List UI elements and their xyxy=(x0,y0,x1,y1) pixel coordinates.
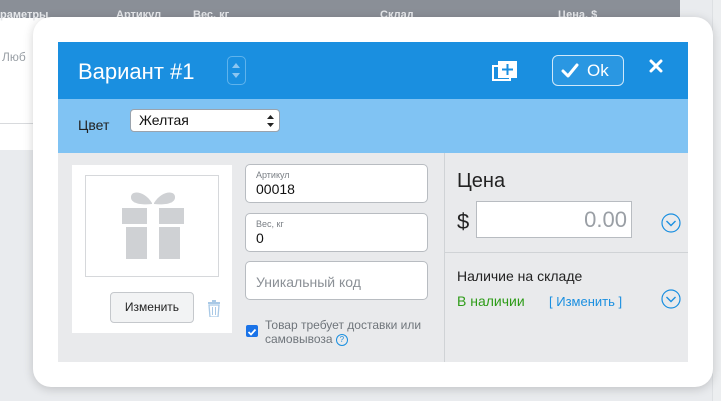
variant-modal: Вариант #1 Ok Цвет Желтая Изменить Артик… xyxy=(33,17,713,387)
trash-icon[interactable] xyxy=(206,300,222,317)
weight-field[interactable]: Вес, кг 0 xyxy=(245,213,428,252)
price-input[interactable]: 0.00 xyxy=(476,201,632,238)
check-icon xyxy=(561,63,579,78)
unique-code-placeholder: Уникальный код xyxy=(256,274,361,290)
ok-button-label: Ok xyxy=(587,61,609,80)
price-title: Цена xyxy=(457,170,506,192)
spinner-down-icon[interactable] xyxy=(232,73,240,78)
checkbox-check-icon xyxy=(247,328,257,336)
sku-label: Артикул xyxy=(256,170,290,180)
change-image-button[interactable]: Изменить xyxy=(110,292,194,323)
image-placeholder[interactable] xyxy=(85,175,219,277)
column-divider xyxy=(444,153,445,362)
background-scrollbar xyxy=(712,0,721,401)
variant-panel: Вариант #1 Ok Цвет Желтая Изменить Артик… xyxy=(58,42,688,362)
stock-chevron-down-icon[interactable] xyxy=(661,289,681,309)
shipping-checkbox[interactable] xyxy=(246,325,258,337)
color-select[interactable]: Желтая xyxy=(130,109,280,132)
variant-spinner[interactable] xyxy=(227,56,246,85)
spinner-up-icon[interactable] xyxy=(232,63,240,68)
shipping-checkbox-label: Товар требует доставки или самовывоза ? xyxy=(265,318,440,346)
background-table-header: раметры Артикул Вес, кг Склад Цена, $ xyxy=(0,0,680,21)
weight-label: Вес, кг xyxy=(256,219,284,229)
color-bar: Цвет Желтая xyxy=(58,99,688,153)
close-button[interactable] xyxy=(648,57,664,75)
duplicate-icon xyxy=(492,61,517,81)
duplicate-variant-button[interactable] xyxy=(491,58,519,84)
stock-change-link[interactable]: [ Изменить ] xyxy=(549,294,622,309)
weight-value[interactable]: 0 xyxy=(256,230,264,246)
sku-value[interactable]: 00018 xyxy=(256,181,295,197)
help-icon[interactable]: ? xyxy=(335,333,348,346)
price-chevron-down-icon[interactable] xyxy=(661,213,681,233)
select-arrows-icon xyxy=(267,115,274,127)
unique-code-field[interactable]: Уникальный код xyxy=(245,261,428,300)
sku-field[interactable]: Артикул 00018 xyxy=(245,164,428,203)
image-section: Изменить xyxy=(72,165,232,333)
bg-cell-text: Люб xyxy=(2,50,26,64)
currency-symbol: $ xyxy=(457,209,470,234)
close-icon xyxy=(649,59,663,73)
modal-header: Вариант #1 Ok xyxy=(58,42,688,99)
gift-icon xyxy=(122,192,184,259)
color-select-value: Желтая xyxy=(139,112,189,128)
modal-title: Вариант #1 xyxy=(78,59,195,84)
ok-button[interactable]: Ok xyxy=(552,55,624,86)
stock-status: В наличии xyxy=(457,293,525,309)
section-divider xyxy=(445,252,688,253)
color-label: Цвет xyxy=(78,117,110,133)
stock-title: Наличие на складе xyxy=(457,268,583,284)
